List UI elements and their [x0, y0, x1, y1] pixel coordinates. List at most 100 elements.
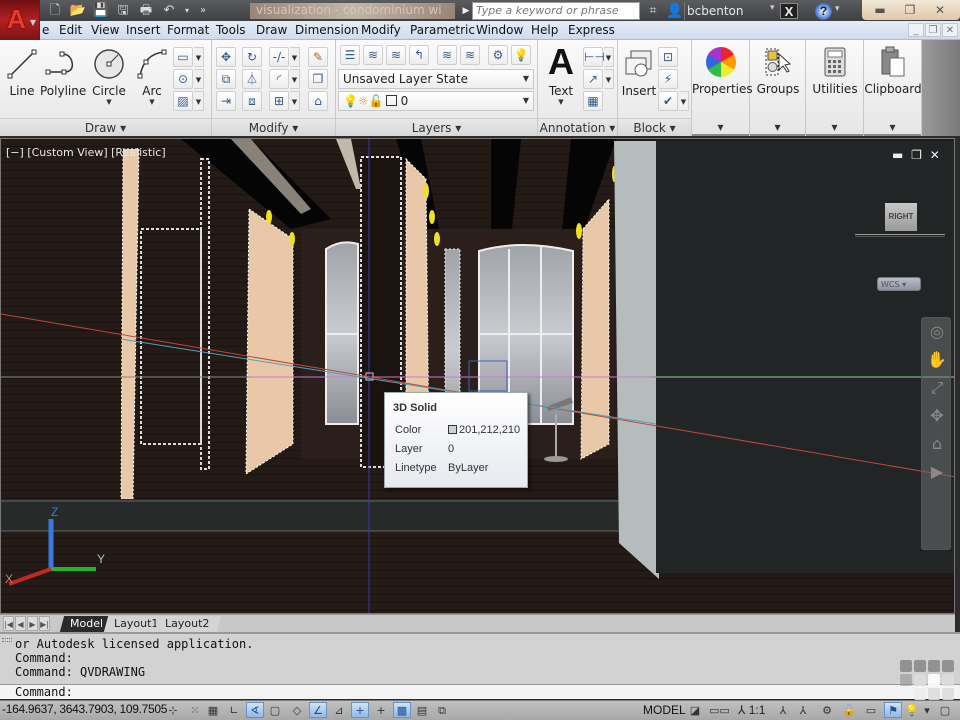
panel-title-draw[interactable]: Draw ▾: [0, 118, 211, 136]
polar-tracking-icon[interactable]: ∢: [246, 702, 264, 718]
line-button[interactable]: Line: [4, 46, 40, 98]
layer-dropdown[interactable]: 💡☼🔓 0 ▼: [338, 91, 534, 111]
panel-title-layers[interactable]: Layers ▾: [336, 118, 537, 136]
chevron-down-icon[interactable]: ▼: [290, 69, 300, 89]
doc-minimize-icon[interactable]: _: [908, 23, 924, 37]
doc-restore-icon[interactable]: ❐: [925, 23, 941, 37]
chevron-down-icon[interactable]: ▼: [604, 69, 614, 89]
copy-icon[interactable]: ⧉: [216, 69, 236, 89]
doc-close-icon[interactable]: ✕: [942, 23, 958, 37]
chevron-down-icon[interactable]: ▾: [835, 4, 840, 14]
more-icon[interactable]: »: [194, 3, 212, 19]
plot-icon[interactable]: 🖶: [137, 3, 155, 19]
lineweight-icon[interactable]: +: [372, 702, 390, 718]
orbit-icon[interactable]: ✥: [922, 402, 952, 430]
panel-title-modify[interactable]: Modify ▾: [212, 118, 335, 136]
layer-state-dropdown[interactable]: Unsaved Layer State ▼: [338, 69, 534, 89]
menu-help[interactable]: Help: [529, 21, 560, 40]
chevron-down-icon[interactable]: ▼: [90, 98, 128, 106]
quick-view-drawings-icon[interactable]: ▭▭: [708, 702, 730, 718]
quick-view-layouts-icon[interactable]: ◪: [686, 702, 704, 718]
chevron-down-icon[interactable]: ▼: [134, 98, 170, 106]
layer-unisolate-icon[interactable]: ≋: [460, 45, 480, 65]
chevron-down-icon[interactable]: ▼: [290, 91, 300, 111]
annotation-scale[interactable]: ⅄ 1:1: [738, 702, 765, 718]
menu-draw[interactable]: Draw: [254, 21, 289, 40]
search-expand-icon[interactable]: ▶: [460, 3, 472, 19]
layer-isolate-icon[interactable]: ≋: [437, 45, 457, 65]
chevron-down-icon[interactable]: ▼: [194, 47, 204, 67]
pan-hand-icon[interactable]: ✋: [922, 346, 952, 374]
prev-tab-icon[interactable]: ◀: [15, 616, 26, 631]
layer-icon[interactable]: ≋: [363, 45, 383, 65]
menu-window[interactable]: Window: [474, 21, 525, 40]
erase-icon[interactable]: ✎: [308, 47, 328, 67]
model-space-toggle[interactable]: MODEL: [643, 702, 686, 718]
hardware-acceleration-icon[interactable]: ▭: [862, 702, 880, 718]
layer-properties-icon[interactable]: ☰: [340, 45, 360, 65]
create-block-icon[interactable]: ⊡: [658, 47, 678, 67]
new-icon[interactable]: 🗋: [46, 3, 64, 19]
chevron-down-icon[interactable]: ▼: [542, 98, 580, 106]
edit-block-icon[interactable]: ⚡: [658, 69, 678, 89]
panel-utilities[interactable]: Utilities ▾: [806, 40, 864, 136]
hatch-icon[interactable]: ▨: [173, 91, 193, 111]
layer-off-icon[interactable]: 💡: [511, 45, 531, 65]
panel-properties[interactable]: Properties ▾: [692, 40, 753, 136]
infer-constraints-icon[interactable]: ⊹: [164, 702, 182, 718]
tab-layout2[interactable]: Layout2: [154, 616, 222, 632]
chevron-down-icon[interactable]: ▾: [864, 118, 921, 136]
chevron-down-icon[interactable]: ▼: [604, 47, 614, 67]
ellipse-icon[interactable]: ⊙: [173, 69, 193, 89]
transparency-icon[interactable]: ▩: [393, 702, 411, 718]
close-icon[interactable]: ✕: [926, 2, 954, 18]
dynamic-ucs-icon[interactable]: ⊿: [330, 702, 348, 718]
binoculars-icon[interactable]: ⌗: [644, 3, 662, 19]
table-icon[interactable]: ▦: [583, 91, 603, 111]
minimize-icon[interactable]: ▬: [866, 2, 894, 18]
insert-button[interactable]: Insert: [620, 46, 658, 98]
saveas-icon[interactable]: 🖫: [114, 3, 132, 19]
chevron-down-icon[interactable]: ▼: [194, 69, 204, 89]
edit-attributes-icon[interactable]: ✔: [658, 91, 678, 111]
chevron-down-icon[interactable]: ▾: [770, 3, 775, 13]
showmotion-icon[interactable]: ⌂: [922, 430, 952, 458]
chevron-down-icon[interactable]: ▾: [806, 118, 863, 136]
fillet-icon[interactable]: ◜: [269, 69, 289, 89]
zoom-extents-icon[interactable]: ⤢: [922, 374, 952, 402]
workspace-gear-icon[interactable]: ⚙: [818, 702, 836, 718]
stretch-icon[interactable]: ⇥: [216, 91, 236, 111]
annotation-visibility-icon[interactable]: ⅄: [774, 702, 792, 718]
rectangle-icon[interactable]: ▭: [173, 47, 193, 67]
restore-icon[interactable]: ❐: [896, 2, 924, 18]
circle-button[interactable]: Circle ▼: [90, 46, 128, 106]
viewport-restore-icon[interactable]: ❐: [911, 148, 922, 162]
application-menu-button[interactable]: A ▼: [0, 0, 40, 40]
scale-icon[interactable]: ⧈: [242, 91, 262, 111]
menu-format[interactable]: Format: [165, 21, 211, 40]
offset-icon[interactable]: ⌂: [308, 91, 328, 111]
save-icon[interactable]: 💾: [92, 3, 110, 19]
menu-modify[interactable]: Modify: [359, 21, 403, 40]
menu-file[interactable]: e: [40, 21, 51, 40]
mirror-icon[interactable]: ⏃: [242, 69, 262, 89]
coordinate-readout[interactable]: -164.9637, 3643.7903, 109.7505: [2, 702, 167, 716]
object-snap-tracking-icon[interactable]: ∠: [309, 702, 327, 718]
text-button[interactable]: A Text ▼: [542, 41, 580, 106]
toolbar-lock-icon[interactable]: 🔓: [840, 702, 858, 718]
panel-title-annotation[interactable]: Annotation ▾: [538, 118, 617, 136]
viewport-close-icon[interactable]: ✕: [930, 148, 940, 162]
clean-screen-icon[interactable]: ▢: [936, 702, 954, 718]
menu-insert[interactable]: Insert: [124, 21, 162, 40]
chevron-down-icon[interactable]: ▼: [290, 47, 300, 67]
auto-scale-icon[interactable]: ⅄: [794, 702, 812, 718]
viewcube[interactable]: RIGHT: [885, 203, 917, 231]
user-icon[interactable]: 👤: [666, 3, 683, 19]
menu-view[interactable]: View: [89, 21, 121, 40]
layer-freeze-icon[interactable]: ⚙: [488, 45, 508, 65]
selection-cycling-icon[interactable]: ⧉: [433, 702, 451, 718]
array-icon[interactable]: ⊞: [269, 91, 289, 111]
layer-previous-icon[interactable]: ↰: [409, 45, 429, 65]
last-tab-icon[interactable]: ▶|: [39, 616, 50, 631]
undo-icon[interactable]: ↶: [160, 3, 178, 19]
